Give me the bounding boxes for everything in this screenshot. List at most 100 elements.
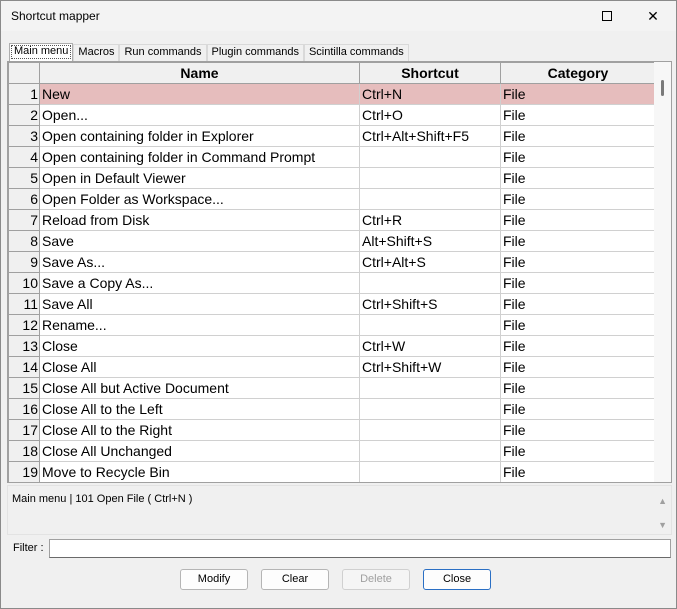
cell-name[interactable]: Close All Unchanged [39, 440, 360, 462]
cell-shortcut[interactable] [359, 146, 501, 168]
cell-category[interactable]: File [500, 314, 656, 336]
row-number[interactable]: 18 [8, 440, 40, 462]
row-number[interactable]: 17 [8, 419, 40, 441]
maximize-button[interactable] [584, 1, 630, 31]
column-header-name[interactable]: Name [39, 62, 360, 84]
table-row[interactable]: 6 Open Folder as Workspace... File [8, 188, 656, 210]
cell-shortcut[interactable]: Ctrl+R [359, 209, 501, 231]
row-number[interactable]: 13 [8, 335, 40, 357]
cell-name[interactable]: Close All to the Right [39, 419, 360, 441]
cell-name[interactable]: Rename... [39, 314, 360, 336]
cell-category[interactable]: File [500, 83, 656, 105]
cell-name[interactable]: Open in Default Viewer [39, 167, 360, 189]
table-row[interactable]: 18 Close All Unchanged File [8, 440, 656, 462]
column-header-category[interactable]: Category [500, 62, 656, 84]
cell-name[interactable]: Close All [39, 356, 360, 378]
row-number[interactable]: 3 [8, 125, 40, 147]
table-row[interactable]: 12 Rename... File [8, 314, 656, 336]
table-row[interactable]: 14 Close All Ctrl+Shift+W File [8, 356, 656, 378]
cell-shortcut[interactable]: Ctrl+Alt+S [359, 251, 501, 273]
close-button[interactable]: Close [423, 569, 491, 590]
table-row[interactable]: 1 New Ctrl+N File [8, 83, 656, 105]
tab-scintilla-commands[interactable]: Scintilla commands [303, 44, 409, 61]
close-window-button[interactable]: ✕ [630, 1, 676, 31]
cell-shortcut[interactable]: Ctrl+Shift+S [359, 293, 501, 315]
cell-shortcut[interactable] [359, 398, 501, 420]
cell-category[interactable]: File [500, 125, 656, 147]
cell-name[interactable]: Save a Copy As... [39, 272, 360, 294]
row-number[interactable]: 10 [8, 272, 40, 294]
cell-name[interactable]: New [39, 83, 360, 105]
table-row[interactable]: 16 Close All to the Left File [8, 398, 656, 420]
cell-name[interactable]: Close All to the Left [39, 398, 360, 420]
table-row[interactable]: 8 Save Alt+Shift+S File [8, 230, 656, 252]
cell-shortcut[interactable] [359, 440, 501, 462]
tab-plugin-commands[interactable]: Plugin commands [206, 44, 304, 61]
cell-category[interactable]: File [500, 461, 656, 482]
filter-input[interactable] [49, 539, 671, 558]
tab-macros[interactable]: Macros [73, 44, 120, 61]
row-number[interactable]: 5 [8, 167, 40, 189]
scrollbar-thumb[interactable] [661, 80, 664, 96]
cell-shortcut[interactable] [359, 461, 501, 482]
cell-category[interactable]: File [500, 377, 656, 399]
cell-shortcut[interactable] [359, 272, 501, 294]
cell-shortcut[interactable]: Alt+Shift+S [359, 230, 501, 252]
cell-shortcut[interactable] [359, 167, 501, 189]
vertical-scrollbar[interactable] [654, 62, 671, 482]
cell-shortcut[interactable]: Ctrl+Alt+Shift+F5 [359, 125, 501, 147]
column-header-shortcut[interactable]: Shortcut [359, 62, 501, 84]
cell-shortcut[interactable] [359, 377, 501, 399]
cell-category[interactable]: File [500, 230, 656, 252]
cell-shortcut[interactable] [359, 419, 501, 441]
table-row[interactable]: 13 Close Ctrl+W File [8, 335, 656, 357]
row-number[interactable]: 11 [8, 293, 40, 315]
cell-category[interactable]: File [500, 272, 656, 294]
cell-name[interactable]: Reload from Disk [39, 209, 360, 231]
row-number[interactable]: 9 [8, 251, 40, 273]
cell-category[interactable]: File [500, 293, 656, 315]
row-number[interactable]: 2 [8, 104, 40, 126]
cell-shortcut[interactable]: Ctrl+W [359, 335, 501, 357]
row-number[interactable]: 7 [8, 209, 40, 231]
table-row[interactable]: 7 Reload from Disk Ctrl+R File [8, 209, 656, 231]
row-number[interactable]: 4 [8, 146, 40, 168]
cell-shortcut[interactable] [359, 188, 501, 210]
cell-category[interactable]: File [500, 146, 656, 168]
scroll-up-icon[interactable]: ▲ [658, 496, 667, 506]
row-number[interactable]: 12 [8, 314, 40, 336]
cell-name[interactable]: Move to Recycle Bin [39, 461, 360, 482]
cell-category[interactable]: File [500, 104, 656, 126]
table-row[interactable]: 3 Open containing folder in Explorer Ctrl+… [8, 125, 656, 147]
table-row[interactable]: 5 Open in Default Viewer File [8, 167, 656, 189]
cell-category[interactable]: File [500, 398, 656, 420]
row-number[interactable]: 16 [8, 398, 40, 420]
cell-category[interactable]: File [500, 167, 656, 189]
table-row[interactable]: 19 Move to Recycle Bin File [8, 461, 656, 482]
table-row[interactable]: 11 Save All Ctrl+Shift+S File [8, 293, 656, 315]
cell-name[interactable]: Open containing folder in Command Prompt [39, 146, 360, 168]
clear-button[interactable]: Clear [261, 569, 329, 590]
table-row[interactable]: 10 Save a Copy As... File [8, 272, 656, 294]
cell-name[interactable]: Open... [39, 104, 360, 126]
row-number[interactable]: 1 [8, 83, 40, 105]
row-number[interactable]: 6 [8, 188, 40, 210]
tab-main-menu[interactable]: Main menu [9, 43, 74, 61]
table-row[interactable]: 17 Close All to the Right File [8, 419, 656, 441]
tab-run-commands[interactable]: Run commands [119, 44, 207, 61]
table-row[interactable]: 2 Open... Ctrl+O File [8, 104, 656, 126]
scroll-down-icon[interactable]: ▼ [658, 520, 667, 530]
cell-category[interactable]: File [500, 356, 656, 378]
cell-name[interactable]: Close [39, 335, 360, 357]
cell-category[interactable]: File [500, 251, 656, 273]
delete-button[interactable]: Delete [342, 569, 410, 590]
cell-category[interactable]: File [500, 209, 656, 231]
row-number[interactable]: 19 [8, 461, 40, 482]
cell-category[interactable]: File [500, 188, 656, 210]
cell-name[interactable]: Save As... [39, 251, 360, 273]
cell-shortcut[interactable]: Ctrl+Shift+W [359, 356, 501, 378]
row-number[interactable]: 14 [8, 356, 40, 378]
row-number[interactable]: 15 [8, 377, 40, 399]
cell-name[interactable]: Open Folder as Workspace... [39, 188, 360, 210]
cell-name[interactable]: Close All but Active Document [39, 377, 360, 399]
